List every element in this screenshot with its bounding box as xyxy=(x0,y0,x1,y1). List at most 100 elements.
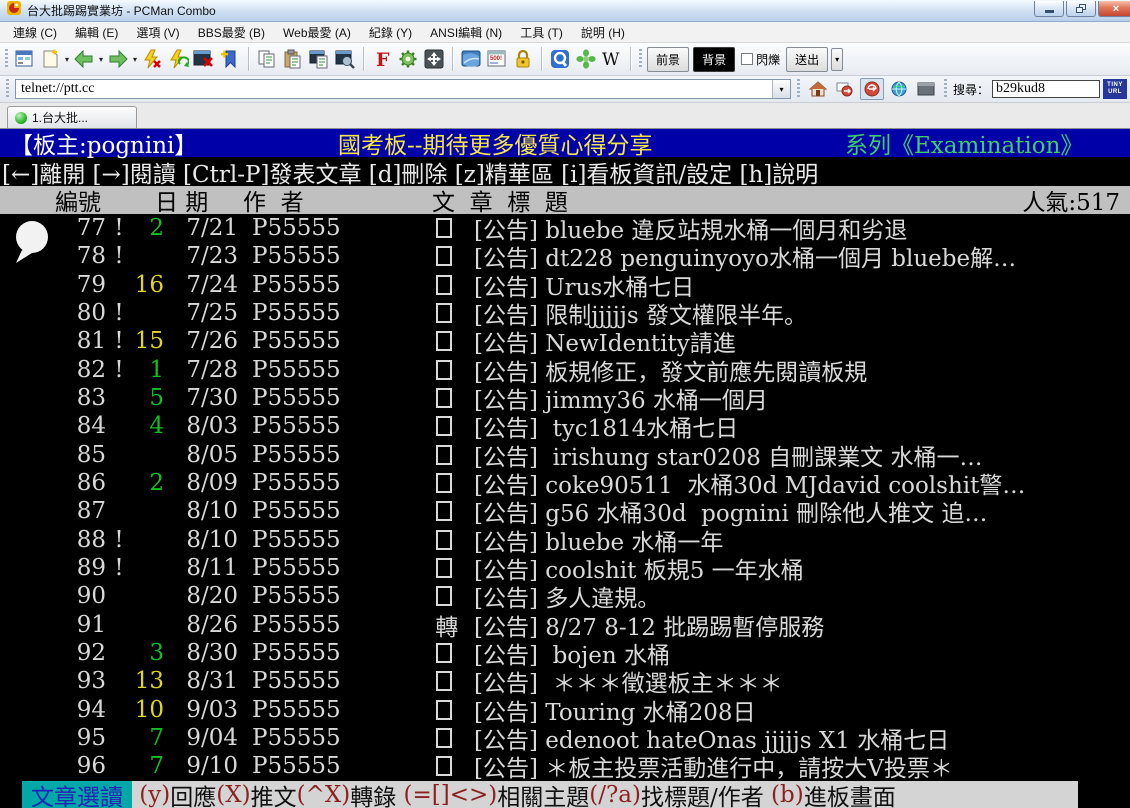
fullscreen-button[interactable] xyxy=(421,45,447,73)
post-number: 91 xyxy=(76,611,106,638)
push-count: 2 xyxy=(149,215,164,242)
unread-mark: ! xyxy=(114,356,124,383)
table-row[interactable]: 87 8/10 P55555 [公告] g56 水桶30d pognini 刪除他人推… xyxy=(0,497,1130,527)
send-to-browser-button[interactable] xyxy=(833,78,857,100)
menu-item[interactable]: 選項 (V) xyxy=(127,22,188,43)
svg-text:500!: 500! xyxy=(490,56,502,62)
bbs-terminal[interactable]: 【板主:pognini】 國考板--期待更多優質心得分享 系列《Examinat… xyxy=(0,129,1130,808)
copy-paste-button[interactable] xyxy=(306,45,332,73)
table-row[interactable]: 95 7 9/04 P55555 [公告] edenoot hateOnas jjjjj… xyxy=(0,724,1130,754)
app-icon xyxy=(6,0,22,21)
search-input[interactable] xyxy=(992,80,1100,98)
menu-item[interactable]: BBS最愛 (B) xyxy=(189,22,274,43)
table-row[interactable]: 88! 8/10 P55555 [公告] bluebe 水桶一年 xyxy=(0,526,1130,556)
push-count: 13 xyxy=(134,668,164,695)
menu-item[interactable]: 紀錄 (Y) xyxy=(360,22,421,43)
table-row[interactable]: 90 8/20 P55555 [公告] 多人違規。 xyxy=(0,582,1130,612)
menu-item[interactable]: 編輯 (E) xyxy=(66,22,127,43)
font-button[interactable]: F xyxy=(369,45,395,73)
menu-item[interactable]: Web最愛 (A) xyxy=(274,22,360,43)
settings-button[interactable] xyxy=(395,45,421,73)
home-button[interactable] xyxy=(806,78,830,100)
terminal-window-icon xyxy=(917,82,935,96)
table-row[interactable]: 79 16 7/24 P55555 [公告] Urus水桶七日 xyxy=(0,271,1130,301)
post-marker xyxy=(428,699,474,720)
table-row[interactable]: 82! 1 7/28 P55555 [公告] 板規修正，發文前應先閱讀板規 xyxy=(0,356,1130,386)
toolbar-grip[interactable] xyxy=(639,49,643,69)
unread-mark: ! xyxy=(114,555,124,582)
table-row[interactable]: 89! 8/11 P55555 [公告] coolshit 板規5 一年水桶 xyxy=(0,554,1130,584)
popularity-counter: 人氣:517 xyxy=(1022,189,1120,216)
table-row[interactable]: 80! 7/25 P55555 [公告] 限制jjjjjs 發文權限半年。 xyxy=(0,299,1130,329)
table-row[interactable]: 83 5 7/30 P55555 [公告] jimmy36 水桶一個月 xyxy=(0,384,1130,414)
menu-item[interactable]: 連線 (C) xyxy=(4,22,66,43)
table-row[interactable]: 96 7 9/10 P55555 [公告] ＊板主投票活動進行中，請按大V投票＊ xyxy=(0,752,1130,782)
ansi-editor-button[interactable]: 500! xyxy=(484,45,510,73)
pcman-home-button[interactable] xyxy=(547,45,573,73)
search-grip[interactable] xyxy=(943,79,947,99)
send-to-browser-icon xyxy=(836,82,853,97)
tab-connection-1[interactable]: 1.台大批... xyxy=(7,106,137,128)
tinyurl-icon[interactable]: TINY URL xyxy=(1103,79,1127,99)
forward-dropdown[interactable]: ▾ xyxy=(131,55,139,64)
new-connection-dropdown[interactable]: ▾ xyxy=(63,55,71,64)
menu-item[interactable]: 工具 (T) xyxy=(511,22,572,43)
table-row[interactable]: 86 2 8/09 P55555 [公告] coke90511 水桶30d MJdavi… xyxy=(0,469,1130,499)
status-segment: (^X) xyxy=(296,781,351,808)
mouse-browse-cursor xyxy=(16,221,48,263)
new-connection-button[interactable] xyxy=(37,45,63,73)
foreground-color-button[interactable]: 前景 xyxy=(647,46,690,72)
url-combobox: ▾ xyxy=(15,79,791,99)
table-row[interactable]: 93 13 8/31 P55555 [公告] ＊＊＊徵選板主＊＊＊ xyxy=(0,667,1130,697)
restore-button[interactable] xyxy=(1066,1,1096,17)
send-dropdown[interactable]: ▾ xyxy=(831,47,844,71)
lock-button[interactable] xyxy=(510,45,536,73)
table-row[interactable]: 81! 15 7/26 P55555 [公告] NewIdentity請進 xyxy=(0,327,1130,357)
table-row[interactable]: 91 8/26 P55555 轉 [公告] 8/27 8-12 批踢踢暫停服務 xyxy=(0,611,1130,641)
push-count: 2 xyxy=(149,470,164,497)
copy-button[interactable] xyxy=(254,45,280,73)
table-row[interactable]: 84 4 8/03 P55555 [公告] tyc1814水桶七日 xyxy=(0,412,1130,442)
menu-item[interactable]: 說明 (H) xyxy=(572,22,634,43)
url-dropdown[interactable]: ▾ xyxy=(771,80,790,98)
post-box-icon xyxy=(436,558,452,579)
table-row[interactable]: 92 3 8/30 P55555 [公告] bojen 水桶 xyxy=(0,639,1130,669)
toolbar-separator xyxy=(630,47,632,71)
table-row[interactable]: 78! 7/23 P55555 [公告] dt228 penguinyoyo水桶一個月… xyxy=(0,242,1130,272)
post-number: 83 xyxy=(76,385,106,412)
post-author: P55555 xyxy=(252,611,341,638)
post-date: 8/10 xyxy=(186,498,238,525)
back-button[interactable] xyxy=(71,45,97,73)
globe-button[interactable] xyxy=(887,78,911,100)
find-button[interactable] xyxy=(332,45,358,73)
address-grip[interactable] xyxy=(796,79,800,99)
add-bookmark-button[interactable] xyxy=(217,45,243,73)
status-end xyxy=(1078,780,1130,808)
paste-button[interactable] xyxy=(280,45,306,73)
background-color-button[interactable]: 背景 xyxy=(693,46,736,72)
community-button[interactable] xyxy=(573,45,599,73)
minimize-button[interactable] xyxy=(1034,1,1064,17)
post-author: P55555 xyxy=(252,215,341,242)
wikipedia-button[interactable]: W xyxy=(599,45,625,73)
post-box-icon xyxy=(436,303,452,324)
address-grip[interactable] xyxy=(6,79,9,99)
close-button[interactable]: × xyxy=(1098,1,1130,17)
url-input[interactable] xyxy=(16,80,772,98)
table-row[interactable]: 94 10 9/03 P55555 [公告] Touring 水桶208日 xyxy=(0,696,1130,726)
reconnect-button[interactable] xyxy=(165,45,191,73)
table-row[interactable]: 77! 2 7/21 P55555 [公告] bluebe 違反站規水桶一個月和劣退 xyxy=(0,214,1130,244)
browser-button[interactable] xyxy=(458,45,484,73)
terminal-window-button[interactable] xyxy=(914,78,938,100)
connection-list-button[interactable] xyxy=(11,45,37,73)
forward-button[interactable] xyxy=(105,45,131,73)
menu-item[interactable]: ANSI編輯 (N) xyxy=(421,22,511,43)
table-row[interactable]: 85 8/05 P55555 [公告] irishung star0208 自刪課業文… xyxy=(0,441,1130,471)
blink-checkbox[interactable] xyxy=(741,53,754,65)
disconnect-button[interactable] xyxy=(139,45,165,73)
send-button[interactable]: 送出 xyxy=(786,46,829,72)
toolbar-grip[interactable] xyxy=(5,49,8,69)
close-connection-button[interactable] xyxy=(191,45,217,73)
back-dropdown[interactable]: ▾ xyxy=(97,55,105,64)
open-in-browser-button[interactable] xyxy=(859,78,884,100)
